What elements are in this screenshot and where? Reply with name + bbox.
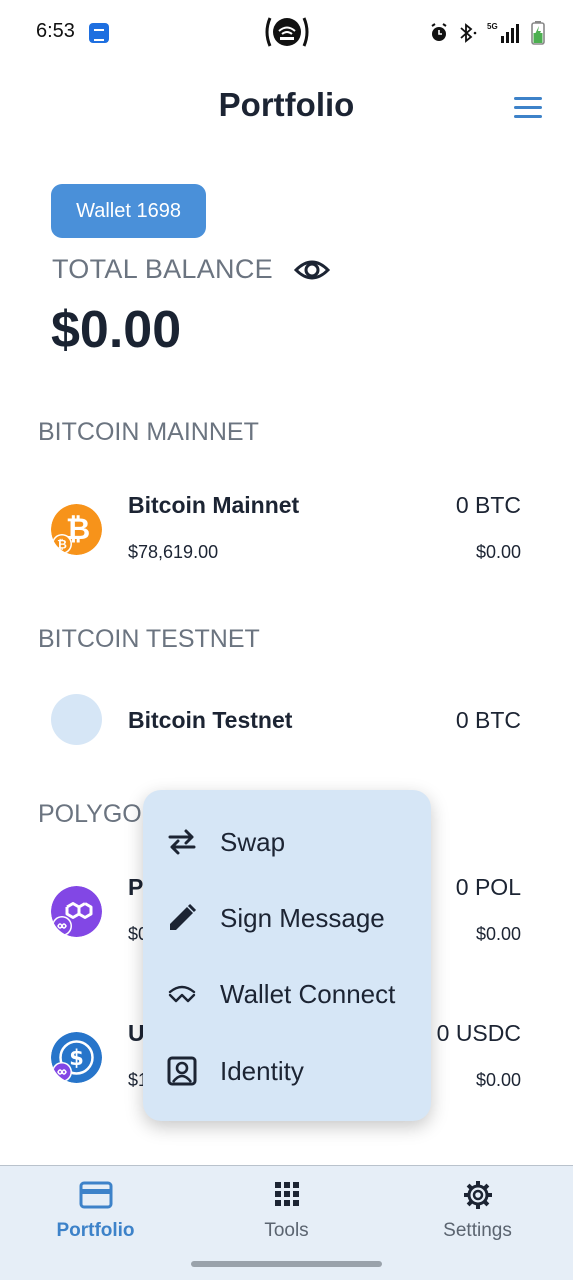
wallet-card-icon bbox=[79, 1181, 112, 1209]
menu-item-identity[interactable]: Identity bbox=[143, 1039, 431, 1103]
nav-label: Settings bbox=[443, 1220, 512, 1241]
menu-item-label: Sign Message bbox=[220, 902, 385, 933]
eye-icon[interactable] bbox=[294, 255, 330, 285]
asset-fiat-value: $0.00 bbox=[475, 1070, 521, 1090]
placeholder-circle-icon bbox=[51, 694, 102, 745]
menu-item-label: Swap bbox=[220, 826, 286, 857]
polygon-icon bbox=[51, 886, 102, 937]
hamburger-menu-icon[interactable] bbox=[512, 96, 544, 120]
asset-row-bitcoin-testnet[interactable]: Bitcoin Testnet 0 BTC bbox=[0, 680, 573, 790]
signal-icon: 5G bbox=[487, 22, 519, 43]
svg-text:$: $ bbox=[69, 1046, 84, 1070]
nav-label: Tools bbox=[264, 1220, 309, 1241]
home-indicator[interactable] bbox=[191, 1261, 382, 1267]
status-bar: 6:53 5G bbox=[0, 0, 573, 66]
asset-fiat-value: $0.00 bbox=[475, 924, 521, 944]
bitcoin-icon: ₿ ₿ bbox=[51, 504, 102, 555]
identity-badge-icon bbox=[165, 1054, 199, 1088]
menu-item-wallet-connect[interactable]: Wallet Connect bbox=[143, 962, 431, 1026]
nav-tab-settings[interactable]: Settings bbox=[382, 1166, 573, 1262]
battery-charging-icon bbox=[531, 21, 545, 45]
asset-amount: 0 POL bbox=[455, 874, 521, 900]
total-balance-label: TOTAL BALANCE bbox=[52, 254, 273, 284]
nav-label: Portfolio bbox=[56, 1220, 135, 1241]
nav-tab-portfolio[interactable]: Portfolio bbox=[0, 1166, 191, 1262]
gear-icon bbox=[463, 1181, 492, 1209]
asset-amount: 0 BTC bbox=[455, 707, 521, 733]
menu-item-label: Identity bbox=[220, 1055, 304, 1086]
pencil-icon bbox=[165, 901, 199, 935]
asset-amount: 0 BTC bbox=[455, 492, 521, 518]
page-title: Portfolio bbox=[218, 86, 355, 123]
status-time: 6:53 bbox=[36, 20, 75, 42]
alarm-icon bbox=[431, 23, 447, 41]
section-title-bitcoin-mainnet: BITCOIN MAINNET bbox=[38, 418, 259, 446]
asset-row-bitcoin-mainnet[interactable]: ₿ ₿ Bitcoin Mainnet $78,619.00 0 BTC $0.… bbox=[0, 474, 573, 584]
asset-price: $78,619.00 bbox=[128, 542, 219, 562]
menu-item-swap[interactable]: Swap bbox=[143, 810, 431, 874]
grid-icon bbox=[274, 1182, 299, 1206]
asset-amount: 0 USDC bbox=[436, 1020, 521, 1046]
asset-fiat-value: $0.00 bbox=[475, 542, 521, 562]
svg-text:₿: ₿ bbox=[57, 538, 67, 552]
menu-item-label: Wallet Connect bbox=[220, 978, 396, 1009]
nav-tab-tools[interactable]: Tools bbox=[191, 1166, 382, 1262]
wallet-connect-icon bbox=[165, 977, 199, 1011]
asset-name: Bitcoin Mainnet bbox=[128, 492, 300, 518]
network-label: 5G bbox=[487, 22, 498, 31]
asset-name: Bitcoin Testnet bbox=[128, 707, 293, 733]
tools-popup-menu: Swap Sign Message Wallet Connect Identit… bbox=[143, 790, 431, 1121]
usdc-icon: $ bbox=[51, 1032, 102, 1083]
section-title-bitcoin-testnet: BITCOIN TESTNET bbox=[38, 625, 260, 653]
asset-name: P bbox=[128, 874, 144, 900]
swap-arrows-icon bbox=[165, 825, 199, 859]
total-balance-value: $0.00 bbox=[51, 301, 182, 359]
wallet-selector-button[interactable]: Wallet 1698 bbox=[51, 184, 206, 238]
bluetooth-icon bbox=[460, 23, 477, 43]
cast-icon bbox=[265, 17, 309, 47]
menu-item-sign-message[interactable]: Sign Message bbox=[143, 886, 431, 950]
app-notification-icon bbox=[89, 23, 109, 43]
section-title-polygon: POLYGON bbox=[38, 800, 160, 828]
